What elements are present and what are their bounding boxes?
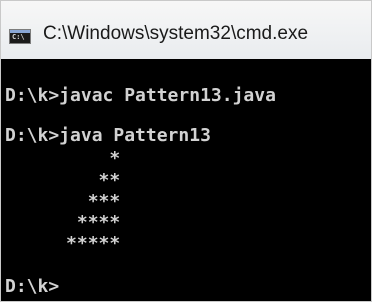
console-prompt: D:\k> <box>5 276 60 297</box>
pattern-row-4: **** <box>1 212 121 233</box>
pattern-row-1: * <box>1 148 121 169</box>
cmd-window: C:\ C:\Windows\system32\cmd.exe D:\k>jav… <box>0 0 372 302</box>
pattern-row-5: ***** <box>1 233 121 254</box>
cmd-icon-text: C:\ <box>12 33 25 41</box>
window-title: C:\Windows\system32\cmd.exe <box>43 23 309 44</box>
console-line-compile: D:\k>javac Pattern13.java <box>5 85 276 106</box>
cmd-icon[interactable]: C:\ <box>9 29 31 44</box>
console-line-run: D:\k>java Pattern13 <box>5 125 211 146</box>
pattern-row-2: ** <box>1 170 121 191</box>
title-bar[interactable]: C:\ C:\Windows\system32\cmd.exe <box>1 1 371 59</box>
pattern-row-3: *** <box>1 191 121 212</box>
console-output[interactable]: D:\k>javac Pattern13.java D:\k>java Patt… <box>1 59 371 301</box>
